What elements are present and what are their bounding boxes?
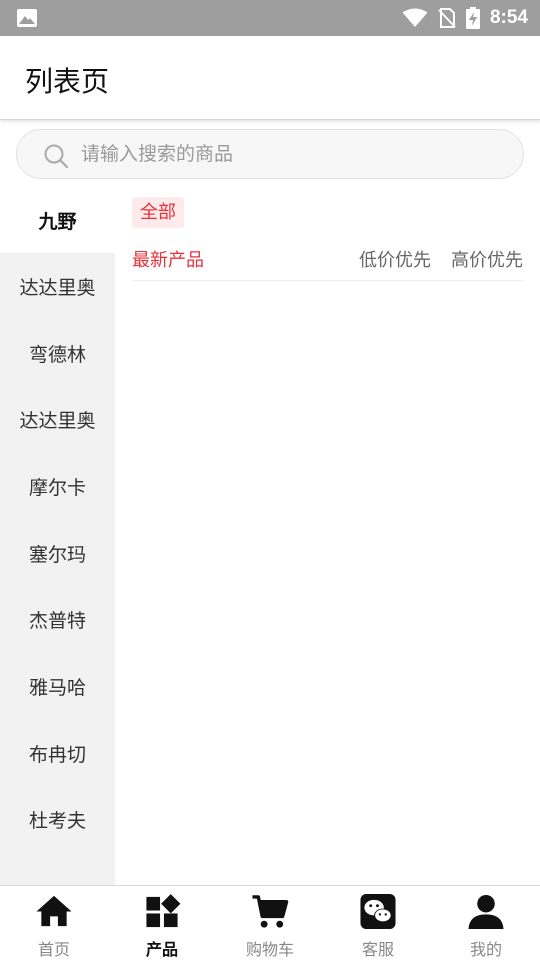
home-icon — [36, 895, 72, 927]
sidebar-item-selmer[interactable]: 塞尔玛 — [0, 520, 115, 587]
wechat-icon — [360, 893, 396, 930]
tab-cart-label: 购物车 — [245, 940, 294, 959]
tab-products[interactable]: 产品 — [108, 886, 216, 960]
status-indicators: 8:54 — [402, 0, 528, 36]
tab-mine-label: 我的 — [469, 940, 502, 959]
sidebar-item-jiuye[interactable]: 九野 — [0, 187, 115, 253]
category-sidebar: 九野 达达里奥 弯德林 达达里奥 摩尔卡 塞尔玛 杰普特 雅马哈 布冉切 杜考夫 — [0, 187, 115, 885]
battery-charging-icon — [465, 7, 480, 29]
title-bar: 列表页 — [0, 36, 540, 120]
user-icon — [468, 894, 504, 930]
clock: 8:54 — [489, 7, 528, 28]
tab-products-label: 产品 — [145, 940, 178, 959]
search-icon — [44, 144, 69, 169]
tab-cart[interactable]: 购物车 — [216, 886, 324, 960]
cart-icon — [252, 895, 289, 928]
product-list-area: 全部 最新产品 低价优先 高价优先 — [115, 187, 540, 885]
search-input[interactable] — [81, 130, 501, 178]
sort-low-price-button[interactable]: 低价优先 — [359, 246, 431, 272]
sidebar-item-buranqie[interactable]: 布冉切 — [0, 720, 115, 787]
image-notification-icon — [17, 9, 37, 27]
tab-service-label: 客服 — [361, 940, 394, 959]
tab-mine[interactable]: 我的 — [432, 886, 540, 960]
sidebar-item-wandelin[interactable]: 弯德林 — [0, 320, 115, 387]
sidebar-item-daddario-2[interactable]: 达达里奥 — [0, 386, 115, 453]
tab-home-label: 首页 — [37, 940, 70, 959]
sort-high-price-button[interactable]: 高价优先 — [451, 246, 523, 272]
wifi-icon — [402, 8, 428, 27]
sort-newest-button[interactable]: 最新产品 — [132, 246, 204, 272]
sort-bar: 最新产品 低价优先 高价优先 — [132, 243, 523, 281]
tab-home[interactable]: 首页 — [0, 886, 108, 960]
status-bar: 8:54 — [0, 0, 540, 36]
bottom-tab-bar: 首页 产品 购物车 客服 我的 — [0, 885, 540, 960]
sidebar-item-yamaha[interactable]: 雅马哈 — [0, 653, 115, 720]
page-title: 列表页 — [25, 65, 110, 98]
filter-tag-all[interactable]: 全部 — [132, 197, 184, 228]
grid-icon — [146, 894, 181, 928]
sidebar-item-moerka[interactable]: 摩尔卡 — [0, 453, 115, 520]
sidebar-item-jieputer[interactable]: 杰普特 — [0, 586, 115, 653]
no-sim-icon — [438, 8, 456, 28]
search-bar[interactable] — [16, 129, 524, 179]
sidebar-item-daddario[interactable]: 达达里奥 — [0, 253, 115, 320]
sidebar-item-dukaofu[interactable]: 杜考夫 — [0, 787, 115, 854]
tab-service[interactable]: 客服 — [324, 886, 432, 960]
